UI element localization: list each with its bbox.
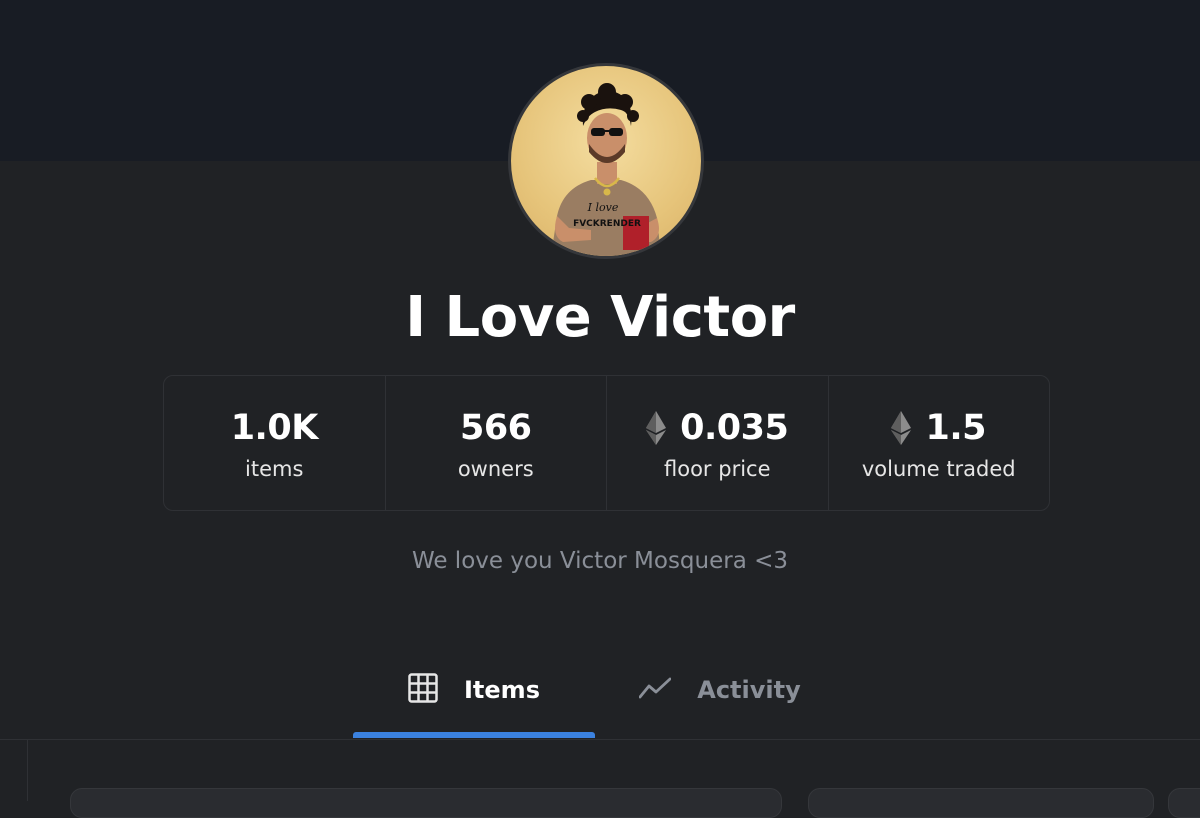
- item-card[interactable]: [1168, 788, 1200, 818]
- avatar-shirt-text-2: FVCKRENDER: [573, 219, 641, 229]
- tab-label: Items: [464, 675, 540, 704]
- tab-label: Activity: [697, 675, 801, 704]
- tab-items[interactable]: Items: [353, 640, 595, 739]
- stat-floor-price[interactable]: 0.035 floor price: [607, 376, 829, 510]
- collection-title: I Love Victor: [405, 285, 795, 350]
- grid-icon: [408, 672, 438, 707]
- stat-owners[interactable]: 566 owners: [386, 376, 607, 510]
- collection-avatar: I love FVCKRENDER: [508, 63, 704, 259]
- active-tab-indicator: [353, 732, 595, 738]
- stat-value: 0.035: [680, 408, 789, 448]
- sidebar-edge: [0, 740, 28, 801]
- stat-label: items: [245, 457, 304, 481]
- item-card[interactable]: [70, 788, 782, 818]
- collection-description: We love you Victor Mosquera <3: [411, 548, 789, 574]
- activity-chart-icon: [638, 677, 672, 703]
- stat-label: owners: [457, 457, 534, 481]
- stat-volume-traded[interactable]: 1.5 volume traded: [829, 376, 1050, 510]
- stat-value: 1.0K: [230, 408, 319, 448]
- stat-label: floor price: [664, 457, 771, 481]
- stat-items[interactable]: 1.0K items: [164, 376, 386, 510]
- ethereum-icon: [646, 411, 667, 445]
- collection-tabs: Items Activity: [0, 640, 1200, 740]
- stat-label: volume traded: [861, 457, 1016, 481]
- stat-value: 566: [459, 408, 532, 448]
- avatar-shirt-text-1: I love: [587, 201, 619, 214]
- stats-bar: 1.0K items 566 owners 0.035 floor price: [163, 375, 1050, 511]
- stat-value: 1.5: [925, 408, 986, 448]
- ethereum-icon: [891, 411, 912, 445]
- item-card[interactable]: [808, 788, 1154, 818]
- tab-activity[interactable]: Activity: [620, 640, 820, 739]
